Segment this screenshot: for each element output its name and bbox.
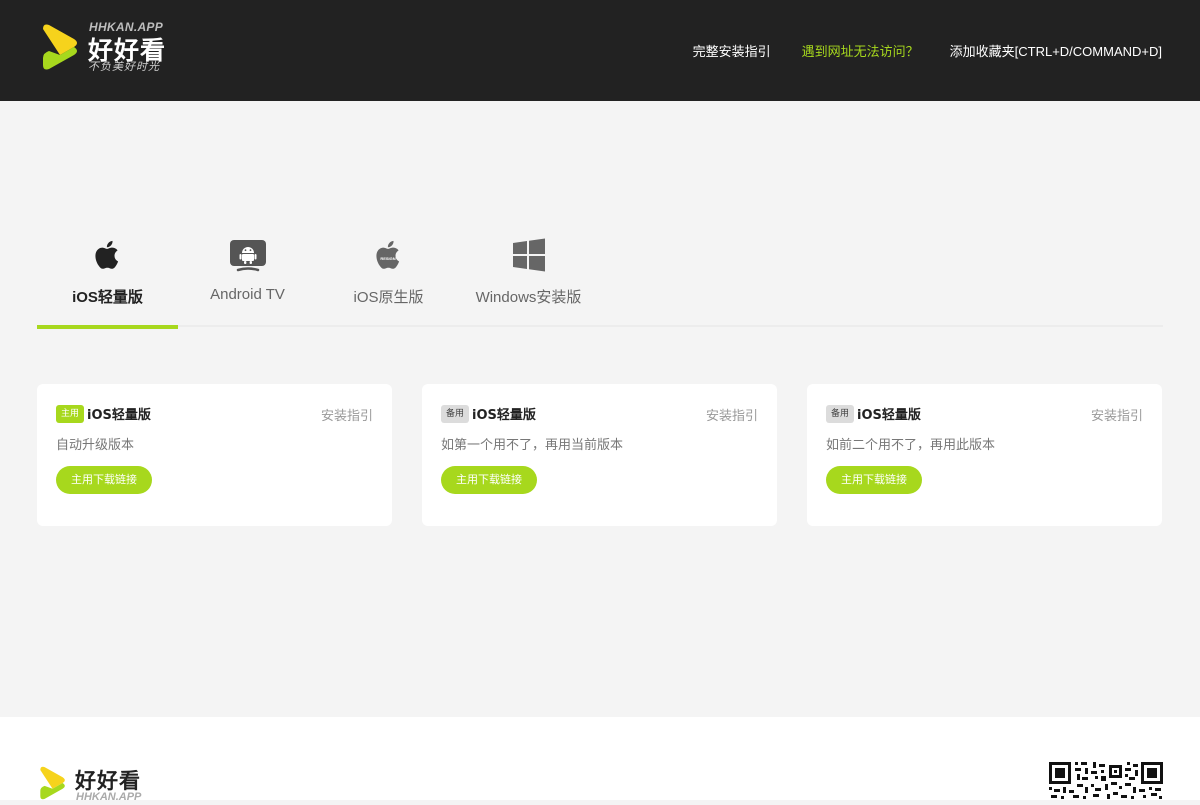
nav-url-unreachable[interactable]: 遇到网址无法访问？ [802,41,919,60]
site-header: HHKAN.APP 好好看 不负美好时光 完整安装指引 遇到网址无法访问？ 添加… [0,0,1200,101]
nav-install-guide[interactable]: 完整安装指引 [693,41,771,60]
tab-windows[interactable]: Windows安装版 [458,230,599,327]
logo-slogan: 不负美好时光 [88,60,160,73]
tab-label: iOS轻量版 [72,289,143,306]
qr-code-icon [1049,762,1163,800]
site-footer: 好好看 HHKAN.APP [0,717,1200,803]
play-logo-icon [43,24,77,70]
download-button[interactable]: 主用下载链接 [441,466,537,494]
apple-icon [94,240,118,269]
card-title: iOS轻量版 [857,408,921,423]
card-title: iOS轻量版 [472,408,536,423]
download-button[interactable]: 主用下载链接 [56,466,152,494]
download-card-3: 备用 iOS轻量版 安装指引 如前二个用不了，再用此版本 主用下载链接 [807,384,1162,526]
card-description: 如第一个用不了，再用当前版本 [441,438,624,453]
apple-resign-icon: RESIGN [375,240,399,269]
status-badge: 备用 [826,404,855,423]
status-badge: 备用 [441,404,470,423]
tab-label: iOS原生版 [353,289,424,306]
card-title: iOS轻量版 [87,408,151,423]
card-description: 如前二个用不了，再用此版本 [826,438,996,453]
install-guide-link[interactable]: 安装指引 [321,405,373,424]
card-head: 主用 iOS轻量版 安装指引 [56,403,373,424]
play-logo-icon [40,766,65,800]
android-tv-icon [229,240,266,272]
download-card-1: 主用 iOS轻量版 安装指引 自动升级版本 主用下载链接 [37,384,392,526]
card-description: 自动升级版本 [56,438,135,453]
download-button[interactable]: 主用下载链接 [826,466,922,494]
tab-ios-native[interactable]: RESIGN iOS原生版 [318,230,459,327]
install-guide-link[interactable]: 安装指引 [1091,405,1143,424]
platform-tabs: iOS轻量版 Android TV RESIGN iOS原生版 Windows安… [37,230,1163,329]
download-card-2: 备用 iOS轻量版 安装指引 如第一个用不了，再用当前版本 主用下载链接 [422,384,777,526]
tab-label: Windows安装版 [475,289,582,306]
footer-logo-domain: HHKAN.APP [76,791,142,803]
resign-icon-text: RESIGN [380,256,395,261]
status-badge: 主用 [56,404,85,423]
tab-ios-lite[interactable]: iOS轻量版 [37,230,178,329]
windows-icon [512,238,545,272]
card-head: 备用 iOS轻量版 安装指引 [441,403,758,424]
nav-add-bookmark[interactable]: 添加收藏夹[CTRL+D/COMMAND+D] [950,41,1162,60]
tab-android-tv[interactable]: Android TV [177,230,318,327]
top-nav: 完整安装指引 遇到网址无法访问？ 添加收藏夹[CTRL+D/COMMAND+D] [693,41,1162,60]
site-logo[interactable]: HHKAN.APP 好好看 不负美好时光 [40,20,180,75]
tab-label: Android TV [210,286,285,303]
install-guide-link[interactable]: 安装指引 [706,405,758,424]
footer-logo[interactable]: 好好看 HHKAN.APP [38,765,168,805]
card-head: 备用 iOS轻量版 安装指引 [826,403,1143,424]
